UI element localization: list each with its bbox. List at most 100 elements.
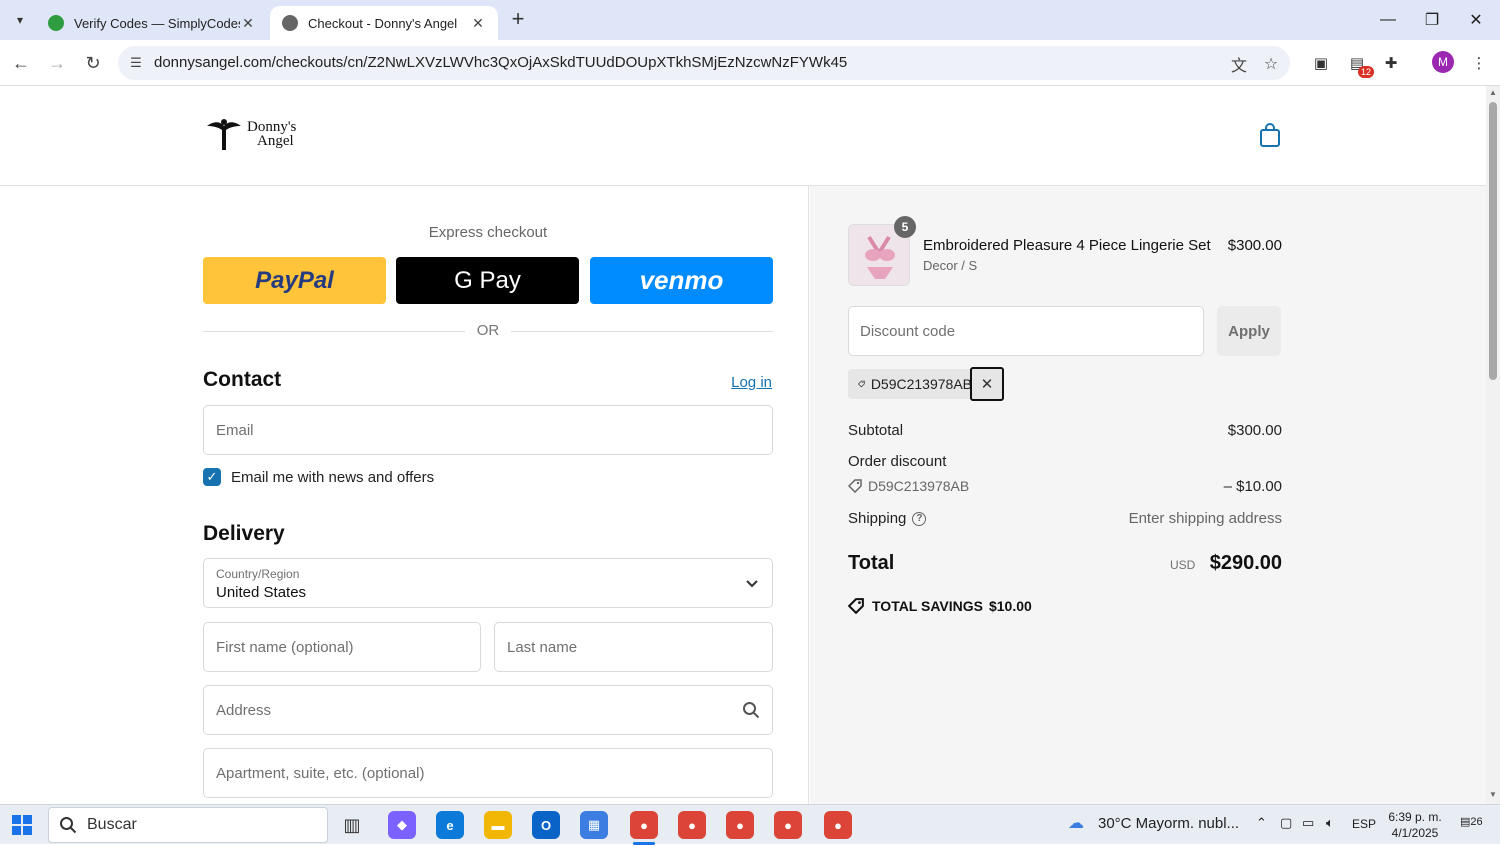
notification-center-icon[interactable]: ▤26 — [1460, 815, 1484, 835]
product-name: Embroidered Pleasure 4 Piece Lingerie Se… — [923, 237, 1211, 254]
chrome-icon[interactable]: ● — [774, 811, 802, 839]
last-name-placeholder: Last name — [507, 639, 578, 656]
or-divider: OR — [203, 322, 773, 340]
email-field[interactable]: Email — [203, 405, 773, 455]
tab-checkout[interactable]: Checkout - Donny's Angel ✕ — [270, 6, 498, 40]
reload-icon[interactable]: ↻ — [80, 50, 106, 76]
tab-search-dropdown-icon[interactable]: ▾ — [8, 8, 32, 32]
quantity-badge: 5 — [894, 216, 916, 238]
or-text: OR — [476, 322, 500, 339]
shipping-label-row: Shipping ? — [848, 510, 927, 527]
extension-badge: 12 — [1357, 66, 1374, 78]
remove-discount-close-icon[interactable]: ✕ — [970, 367, 1004, 401]
info-icon[interactable]: ? — [912, 511, 927, 526]
menu-kebab-icon[interactable]: ⋮ — [1468, 52, 1490, 74]
back-icon[interactable]: ← — [8, 50, 34, 76]
savings-value: $10.00 — [988, 598, 1032, 614]
address-placeholder: Address — [216, 702, 272, 719]
checkout-page: Donny's Angel Express checkout PayPal G … — [0, 86, 1486, 804]
extension-icon[interactable]: ▣ — [1310, 52, 1332, 74]
tab-title: Checkout - Donny's Angel — [308, 15, 458, 31]
chrome-icon[interactable]: ● — [824, 811, 852, 839]
tray-chevron-up-icon[interactable]: ⌃ — [1256, 815, 1267, 831]
clock-time: 6:39 p. m. — [1388, 810, 1442, 824]
google-pay-button[interactable]: G Pay — [396, 257, 579, 304]
edge-icon[interactable]: e — [436, 811, 464, 839]
volume-icon[interactable]: 🔈︎ — [1326, 815, 1334, 831]
apply-button[interactable]: Apply — [1217, 306, 1281, 356]
newsletter-checkbox-row[interactable]: ✓ Email me with news and offers — [203, 468, 434, 486]
address-bar[interactable]: ☰ donnysangel.com/checkouts/cn/Z2NwLXVzL… — [118, 46, 1290, 80]
chrome-icon[interactable]: ● — [726, 811, 754, 839]
store-icon[interactable]: ▦ — [580, 811, 608, 839]
extensions-puzzle-icon[interactable]: ✚ — [1380, 52, 1402, 74]
tab-close-icon[interactable]: ✕ — [240, 15, 256, 32]
last-name-field[interactable]: Last name — [494, 622, 773, 672]
subtotal-label: Subtotal — [848, 422, 904, 439]
store-logo[interactable]: Donny's Angel — [205, 116, 296, 152]
discount-code-input[interactable]: Discount code — [848, 306, 1204, 356]
scroll-up-icon[interactable]: ▲ — [1488, 88, 1498, 98]
total-savings: TOTAL SAVINGS $10.00 — [848, 598, 1032, 614]
country-select[interactable]: Country/Region United States — [203, 558, 773, 608]
taskbar-clock[interactable]: 6:39 p. m. 4/1/2025 — [1386, 809, 1444, 841]
divider-line — [511, 331, 773, 332]
login-link[interactable]: Log in — [700, 374, 772, 391]
forward-icon[interactable]: → — [44, 50, 70, 76]
weather-text[interactable]: 30°C Mayorm. nubl... — [1098, 815, 1239, 832]
page-scrollbar[interactable]: ▲ ▼ — [1486, 86, 1500, 804]
extension-badge-icon[interactable]: ▤ 12 — [1346, 52, 1374, 78]
tag-icon — [848, 479, 862, 493]
url-text[interactable]: donnysangel.com/checkouts/cn/Z2NwLXVzLWV… — [154, 54, 847, 71]
copilot-icon[interactable]: ◆ — [388, 811, 416, 839]
bookmark-star-icon[interactable]: ☆ — [1260, 53, 1282, 75]
paypal-button[interactable]: PayPal — [203, 257, 386, 304]
tab-close-icon[interactable]: ✕ — [470, 15, 486, 32]
taskbar-search[interactable]: Buscar — [48, 807, 328, 843]
language-indicator[interactable]: ESP — [1352, 817, 1376, 831]
address-field[interactable]: Address — [203, 685, 773, 735]
outlook-icon[interactable]: O — [532, 811, 560, 839]
meet-icon[interactable]: ▢ — [1280, 815, 1292, 831]
newsletter-checkbox[interactable]: ✓ — [203, 468, 221, 486]
country-label: Country/Region — [216, 567, 300, 581]
new-tab-icon[interactable]: + — [506, 8, 530, 32]
checkout-form: Express checkout PayPal G Pay venmo OR C… — [0, 186, 809, 804]
scroll-down-icon[interactable]: ▼ — [1488, 790, 1498, 800]
search-icon — [60, 817, 77, 834]
logo-line2: Angel — [257, 133, 294, 149]
window-close-icon[interactable]: ✕ — [1454, 6, 1498, 34]
weather-cloud-icon[interactable]: ☁ — [1068, 813, 1084, 833]
windows-start-icon[interactable] — [12, 815, 32, 835]
store-header: Donny's Angel — [0, 86, 1486, 186]
site-settings-icon[interactable]: ☰ — [126, 53, 146, 73]
chrome-icon[interactable]: ● — [678, 811, 706, 839]
newsletter-label: Email me with news and offers — [231, 468, 435, 486]
apartment-field[interactable]: Apartment, suite, etc. (optional) — [203, 748, 773, 798]
venmo-button[interactable]: venmo — [590, 257, 773, 304]
first-name-field[interactable]: First name (optional) — [203, 622, 481, 672]
task-view-icon[interactable]: ▥ — [338, 811, 366, 839]
chrome-icon[interactable]: ● — [630, 811, 658, 839]
profile-avatar[interactable]: M — [1432, 51, 1454, 73]
scroll-thumb[interactable] — [1489, 102, 1497, 380]
product-price: $300.00 — [1227, 237, 1282, 254]
network-icon[interactable]: ▭ — [1302, 815, 1314, 831]
shipping-label: Shipping — [848, 510, 907, 527]
applied-code-text: D59C213978AB — [870, 376, 972, 392]
notification-count: 26 — [1470, 816, 1483, 828]
clock-date: 4/1/2025 — [1391, 826, 1439, 840]
minimize-icon[interactable]: — — [1366, 6, 1410, 34]
translate-icon[interactable]: 文 — [1228, 53, 1250, 75]
tab-verify-codes[interactable]: Verify Codes — SimplyCodes ✕ — [36, 6, 268, 40]
applied-discount-tag: D59C213978AB — [848, 369, 972, 399]
total-value: $290.00 — [1209, 552, 1282, 574]
browser-toolbar: ← → ↻ ☰ donnysangel.com/checkouts/cn/Z2N… — [0, 40, 1500, 86]
windows-taskbar: Buscar ▥ ◆ e ▬ O ▦ ● ● ● ● ● ☁ 30°C Mayo… — [0, 804, 1500, 845]
taskbar-search-text: Buscar — [87, 816, 137, 833]
file-explorer-icon[interactable]: ▬ — [484, 811, 512, 839]
country-value: United States — [216, 584, 307, 601]
chevron-down-icon — [746, 580, 758, 588]
shopping-bag-icon[interactable] — [1258, 122, 1282, 148]
restore-icon[interactable]: ❐ — [1410, 6, 1454, 34]
